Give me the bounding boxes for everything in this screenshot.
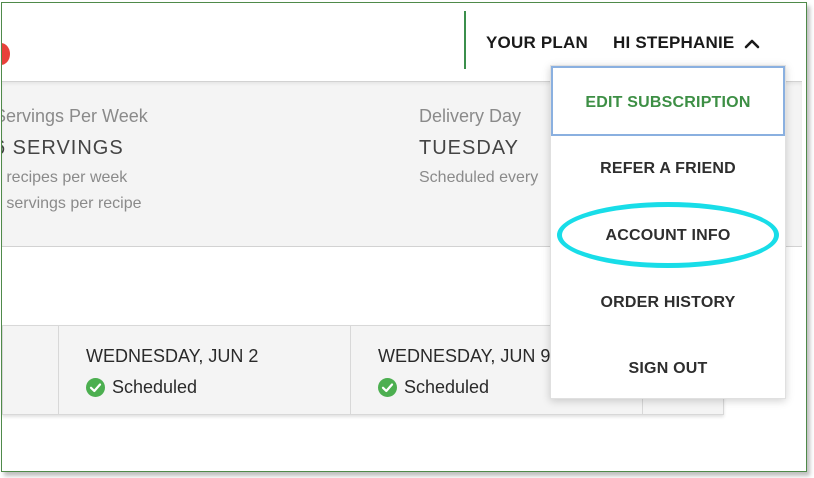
app-window: YOUR PLAN HI STEPHANIE Servings Per Week… bbox=[1, 2, 807, 472]
menu-item-refer-a-friend[interactable]: REFER A FRIEND bbox=[551, 160, 785, 178]
notification-dot bbox=[2, 43, 10, 65]
delivery-value: TUESDAY bbox=[419, 137, 519, 159]
check-circle-icon bbox=[378, 378, 397, 397]
check-circle-icon bbox=[86, 378, 105, 397]
servings-per-recipe: 2 servings per recipe bbox=[1, 195, 142, 212]
your-plan-link[interactable]: YOUR PLAN bbox=[486, 33, 588, 53]
header-divider bbox=[464, 11, 466, 69]
schedule-date: WEDNESDAY, JUN 9 bbox=[378, 346, 551, 366]
user-dropdown-menu: EDIT SUBSCRIPTION REFER A FRIEND ACCOUNT… bbox=[550, 65, 786, 399]
schedule-status-label: Scheduled bbox=[404, 377, 490, 397]
user-greeting: HI STEPHANIE bbox=[613, 33, 735, 52]
servings-value: 6 SERVINGS bbox=[1, 137, 124, 159]
chevron-up-icon bbox=[744, 38, 760, 49]
schedule-status: Scheduled bbox=[378, 377, 489, 398]
servings-section: Servings Per Week 6 SERVINGS 3 recipes p… bbox=[2, 106, 148, 221]
menu-item-order-history[interactable]: ORDER HISTORY bbox=[551, 294, 785, 312]
schedule-status-label: Scheduled bbox=[112, 377, 198, 397]
delivery-section: Delivery Day TUESDAY Scheduled every bbox=[419, 106, 538, 195]
recipes-per-week: 3 recipes per week bbox=[1, 169, 128, 186]
user-menu-toggle[interactable]: HI STEPHANIE bbox=[613, 33, 760, 53]
delivery-note: Scheduled every bbox=[419, 169, 539, 186]
delivery-label: Delivery Day bbox=[419, 106, 522, 126]
schedule-date: WEDNESDAY, JUN 2 bbox=[86, 346, 259, 366]
schedule-cell[interactable]: WEDNESDAY, JUN 2 Scheduled bbox=[58, 326, 350, 414]
servings-label: Servings Per Week bbox=[1, 106, 148, 126]
menu-item-account-info[interactable]: ACCOUNT INFO bbox=[551, 227, 785, 245]
menu-item-sign-out[interactable]: SIGN OUT bbox=[551, 360, 785, 378]
schedule-status: Scheduled bbox=[86, 377, 197, 398]
menu-item-edit-subscription[interactable]: EDIT SUBSCRIPTION bbox=[551, 66, 785, 136]
